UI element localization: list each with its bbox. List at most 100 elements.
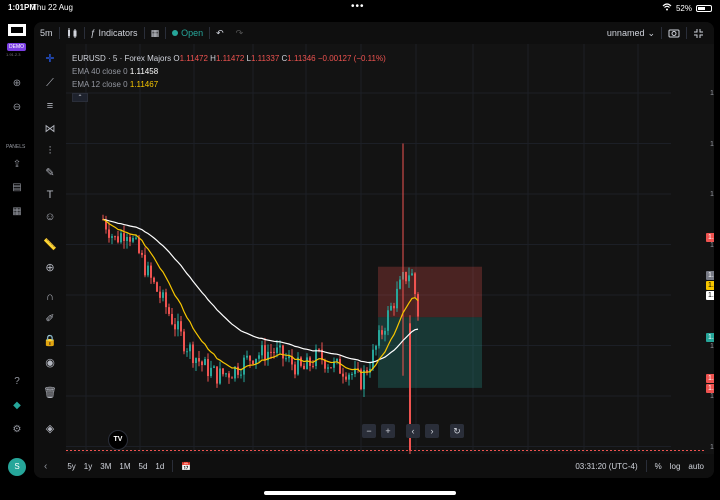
range-button-5y[interactable]: 5y xyxy=(63,462,79,471)
ema12-label: EMA 12 close 0 xyxy=(72,80,128,89)
eye-icon[interactable]: ◉ xyxy=(42,356,58,370)
zoom-in-icon[interactable]: ⊕ xyxy=(11,78,23,90)
trash-icon[interactable]: 🗑 xyxy=(42,386,58,400)
market-status[interactable]: Open xyxy=(166,28,209,38)
chart-pane[interactable]: EURUSD · 5 · Forex Majors O1.11472 H1.11… xyxy=(66,44,714,471)
settings-gear-icon[interactable]: ⚙ xyxy=(11,424,23,436)
candle xyxy=(276,347,278,353)
price-chart[interactable] xyxy=(66,44,704,454)
candle xyxy=(342,373,344,377)
emoji-icon[interactable]: ☺ xyxy=(42,210,58,224)
ema40-legend[interactable]: EMA 40 close 0 1.11458 xyxy=(72,65,386,78)
candle xyxy=(252,360,254,365)
change-value: −0.00127 (−0.11%) xyxy=(317,54,386,63)
candle xyxy=(411,273,413,276)
candle xyxy=(393,305,395,309)
candle xyxy=(375,345,377,350)
pattern-icon[interactable]: ⋈ xyxy=(42,122,58,136)
range-button-1d[interactable]: 1d xyxy=(151,462,168,471)
ruler-icon[interactable]: 📏 xyxy=(42,238,58,252)
candle xyxy=(264,345,266,361)
lock-drawing-icon[interactable]: ✐ xyxy=(42,312,58,326)
zoom-out-icon[interactable]: ⊖ xyxy=(11,102,23,114)
projection-icon[interactable]: ⫶ xyxy=(42,144,58,158)
candle xyxy=(285,358,287,360)
divider xyxy=(172,460,174,472)
news-panel-icon[interactable]: ▦ xyxy=(11,206,23,218)
layout-name-button[interactable]: unnamed ⌄ xyxy=(601,28,661,39)
undo-icon[interactable]: ↶ xyxy=(210,28,230,39)
candle xyxy=(180,321,182,332)
range-button-5d[interactable]: 5d xyxy=(135,462,152,471)
close-price-label: 1.11346 xyxy=(706,384,714,393)
exit-fullscreen-icon[interactable] xyxy=(687,28,714,39)
magnet-icon[interactable]: ∩ xyxy=(42,290,58,304)
chart-type-icon[interactable] xyxy=(60,27,84,39)
candle xyxy=(270,351,272,353)
brush-icon[interactable]: ✎ xyxy=(42,166,58,180)
templates-grid-icon[interactable]: ▦ xyxy=(145,28,166,39)
candle xyxy=(243,357,245,375)
zoom-out-button[interactable]: − xyxy=(362,424,376,438)
candle xyxy=(120,233,122,243)
candle xyxy=(303,365,305,370)
ema12-value: 1.11467 xyxy=(129,80,159,89)
redo-icon[interactable]: ↷ xyxy=(230,28,250,39)
range-button-1y[interactable]: 1y xyxy=(80,462,96,471)
avatar[interactable]: S xyxy=(8,458,26,476)
range-button-3M[interactable]: 3M xyxy=(96,462,115,471)
bottom-toolbar: ‹ 5y 1y 3M 1M 5d 1d 📅 03:31:20 (UTC-4) % log … xyxy=(34,454,714,478)
chevron-left-icon[interactable]: ‹ xyxy=(40,461,51,472)
divider xyxy=(645,460,647,472)
date-range-icon[interactable]: 📅 xyxy=(177,462,195,471)
help-icon[interactable]: ? xyxy=(11,376,23,388)
candle xyxy=(192,344,194,364)
candle xyxy=(387,310,389,331)
candle xyxy=(345,376,347,380)
ema12-legend[interactable]: EMA 12 close 0 1.11467 xyxy=(72,78,386,91)
text-tool-icon[interactable]: T xyxy=(42,188,58,202)
tradingview-logo[interactable]: TV xyxy=(108,430,128,450)
chart-window: 5m ƒ Indicators ▦ Open ↶ ↷ unnamed ⌄ ✛ ⟋… xyxy=(34,22,714,478)
price-tick-label: 1.11400 xyxy=(710,393,714,400)
auto-scale-toggle[interactable]: auto xyxy=(684,462,708,471)
candle xyxy=(186,351,188,353)
app-logo[interactable] xyxy=(8,24,26,36)
candle xyxy=(306,357,308,370)
collapse-legend-icon[interactable]: ⌃ xyxy=(72,93,88,102)
ema40-label: EMA 40 close 0 xyxy=(72,67,128,76)
scroll-left-button[interactable]: ‹ xyxy=(406,424,420,438)
candle xyxy=(396,288,398,309)
ema12-line xyxy=(102,218,419,374)
high-value: 1.11472 xyxy=(215,54,245,63)
zoom-tool-icon[interactable]: ⊕ xyxy=(42,261,58,275)
reset-chart-button[interactable]: ↻ xyxy=(450,424,464,438)
crosshair-icon[interactable]: ✛ xyxy=(42,52,58,66)
last-price-label: 1.11348 xyxy=(706,374,714,383)
candle xyxy=(138,237,140,253)
fib-retracement-icon[interactable]: ≡ xyxy=(42,99,58,113)
multitask-dots[interactable]: ••• xyxy=(351,1,365,12)
candle xyxy=(195,358,197,364)
alerts-panel-icon[interactable]: ⇪ xyxy=(11,159,23,171)
ema12-price-label: 1.11467 xyxy=(706,281,714,290)
candle xyxy=(381,330,383,335)
log-scale-toggle[interactable]: log xyxy=(666,462,685,471)
watchlist-panel-icon[interactable]: ▤ xyxy=(11,182,23,194)
trend-line-icon[interactable]: ⟋ xyxy=(42,76,58,90)
percent-scale-toggle[interactable]: % xyxy=(651,462,666,471)
candle xyxy=(162,292,164,298)
zoom-in-button[interactable]: + xyxy=(381,424,395,438)
candle xyxy=(288,356,290,359)
lock-icon[interactable]: 🔒 xyxy=(42,334,58,348)
candle xyxy=(144,254,146,276)
range-button-1M[interactable]: 1M xyxy=(115,462,134,471)
connection-icon[interactable]: ◆ xyxy=(11,400,23,412)
camera-icon[interactable] xyxy=(662,28,686,38)
scroll-right-button[interactable]: › xyxy=(425,424,439,438)
object-tree-icon[interactable]: ◈ xyxy=(42,422,58,436)
indicators-button[interactable]: ƒ Indicators xyxy=(85,28,144,38)
interval-button[interactable]: 5m xyxy=(34,28,59,38)
utc-clock[interactable]: 03:31:20 (UTC-4) xyxy=(571,462,641,471)
symbol-title[interactable]: EURUSD · 5 · Forex Majors xyxy=(72,54,171,63)
